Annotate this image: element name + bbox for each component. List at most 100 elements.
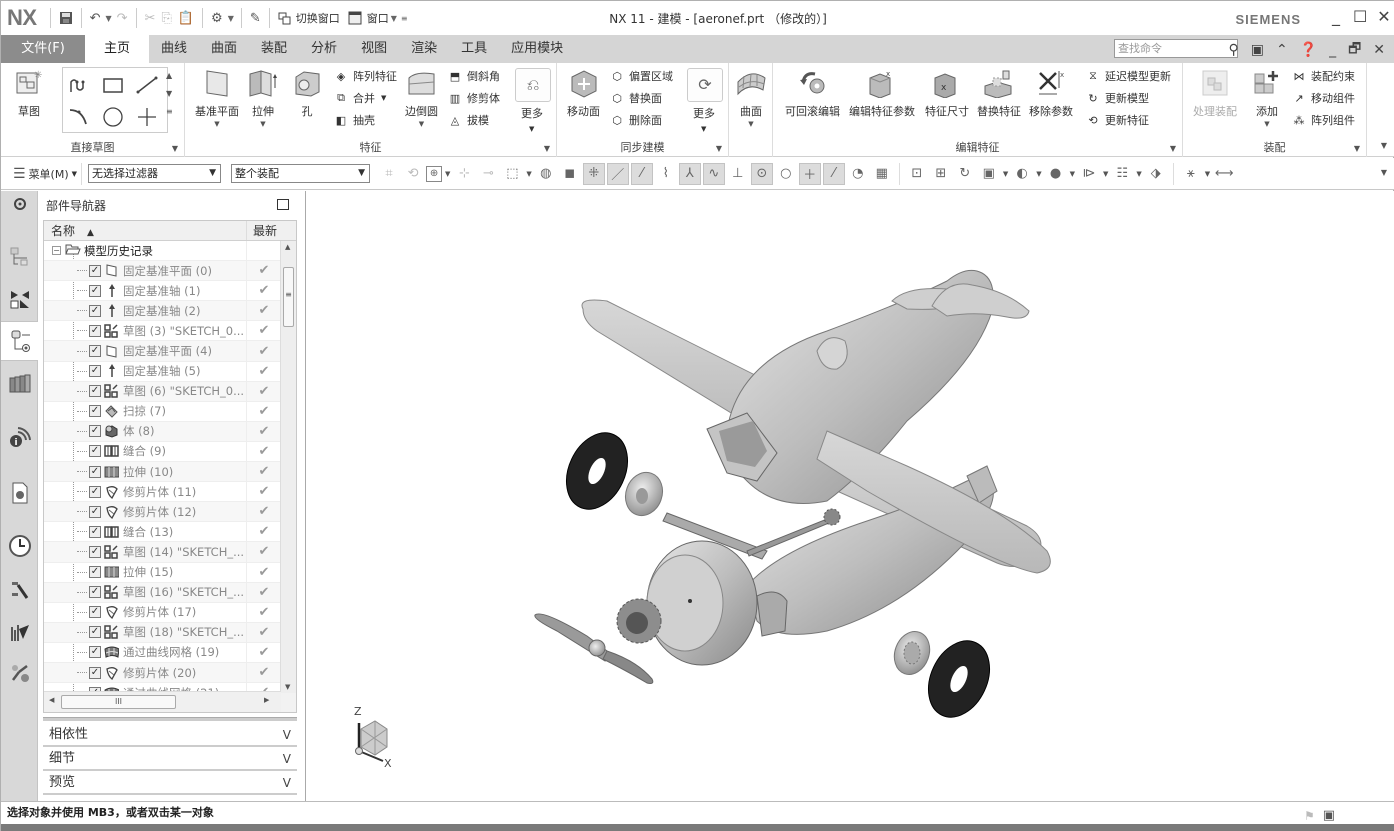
visibility-checkbox[interactable]: ✓ [89, 666, 101, 679]
remove-parameters-button[interactable]: x 移除参数 [1029, 67, 1073, 119]
circle-icon[interactable] [99, 103, 127, 131]
sketch-button[interactable]: ✳ 草图 [13, 67, 45, 119]
rectangle-icon[interactable] [99, 71, 127, 99]
tail-stabilizer[interactable] [931, 283, 1030, 319]
tree-row[interactable]: ✓ 拉伸 (10) ✔ [44, 462, 281, 483]
update-model-button[interactable]: ↻ 更新模型 [1085, 88, 1149, 108]
point-on-curve-icon[interactable]: ⁄ [822, 162, 845, 185]
show-hide-icon[interactable]: ⧐ [1078, 163, 1100, 185]
arc-center-icon[interactable]: ⊙ [750, 162, 773, 185]
visibility-checkbox[interactable]: ✓ [89, 425, 101, 438]
replace-face-button[interactable]: ⬡ 替换面 [609, 88, 662, 108]
intersection-icon[interactable]: ⅄ [678, 162, 701, 185]
vertical-scrollbar[interactable]: ▲ ≡ ▼ [280, 241, 296, 693]
engine-cowl[interactable] [646, 540, 758, 666]
endpoint-icon[interactable]: ／ [606, 162, 629, 185]
hole-button[interactable]: 孔 [291, 67, 323, 119]
zoom-icon[interactable]: ⊞ [930, 163, 952, 185]
tree-root-model-history[interactable]: − 模型历史记录 [44, 241, 281, 262]
paste-icon[interactable]: 📋 [178, 11, 194, 26]
save-icon[interactable] [59, 11, 73, 25]
airplane-model[interactable] [307, 191, 1394, 801]
scroll-thumb[interactable]: ≡ [283, 267, 294, 327]
tree-row[interactable]: ✓ 草图 (18) "SKETCH_... ✔ [44, 622, 281, 643]
tab-surface[interactable]: 曲面 [199, 35, 249, 63]
group-dropdown-icon[interactable]: ▼ [544, 144, 550, 153]
more-sync-icon-box[interactable]: ⟳ [687, 68, 723, 102]
constraint-navigator-icon[interactable] [1, 279, 38, 319]
tree-row[interactable]: ✓ 修剪片体 (11) ✔ [44, 482, 281, 503]
assembly-constraints-button[interactable]: ⋈ 装配约束 [1291, 66, 1356, 86]
tree-row[interactable]: ✓ 拉伸 (15) ✔ [44, 562, 281, 583]
maximize-button[interactable]: ☐ [1353, 7, 1367, 26]
graphics-window[interactable]: Z X [307, 191, 1394, 801]
visibility-checkbox[interactable]: ✓ [89, 345, 101, 358]
view-triad[interactable]: Z X [349, 705, 399, 773]
shell-button[interactable]: ◧ 抽壳 [333, 110, 375, 130]
left-hub[interactable] [620, 467, 669, 521]
existing-point-icon[interactable]: ＋ [798, 162, 821, 185]
hscroll-thumb[interactable]: III [61, 695, 176, 709]
type-filter-select[interactable]: 无选择过滤器 ▼ [88, 164, 222, 183]
touch-mode-dropdown-icon[interactable]: ▼ [228, 14, 234, 23]
perpendicular-icon[interactable]: ⊥ [727, 163, 749, 185]
tree-row[interactable]: ✓ 修剪片体 (17) ✔ [44, 602, 281, 623]
tab-view[interactable]: 视图 [349, 35, 399, 63]
snap-point-icon[interactable]: ⊹ [453, 163, 475, 185]
group-dropdown-icon[interactable]: ▼ [1170, 144, 1176, 153]
general-selection-filter-icon[interactable]: ⌗ [378, 163, 400, 185]
selection-scope-select[interactable]: 整个装配 ▼ [231, 164, 371, 183]
move-component-button[interactable]: ↗ 移动组件 [1291, 88, 1355, 108]
manufacturing-wizard-icon[interactable] [1, 612, 38, 652]
panel-splitter[interactable] [43, 717, 297, 721]
right-hub[interactable] [889, 627, 936, 680]
section-details[interactable]: 细节 V [43, 748, 297, 771]
command-search-input[interactable]: 查找命令 [1114, 39, 1238, 58]
tree-row[interactable]: ✓ 固定基准轴 (1) ✔ [44, 281, 281, 302]
move-face-button[interactable]: 移动面 [567, 67, 600, 119]
profile-icon[interactable] [65, 71, 93, 99]
pattern-feature-button[interactable]: ◈ 阵列特征 [333, 66, 397, 86]
extrude-button[interactable]: 拉伸 ▼ [247, 67, 279, 128]
scroll-up-icon[interactable]: ▲ [285, 243, 290, 251]
switch-window-button[interactable]: 切换窗口 [296, 10, 340, 26]
visibility-checkbox[interactable]: ✓ [89, 324, 101, 337]
hd3d-tools-icon[interactable]: i [1, 417, 38, 457]
visibility-checkbox[interactable]: ✓ [89, 284, 101, 297]
rotate-icon[interactable]: ↻ [954, 163, 976, 185]
undo-dropdown-icon[interactable]: ▼ [105, 14, 111, 23]
visibility-checkbox[interactable]: ✓ [89, 566, 101, 579]
tree-row[interactable]: ✓ 固定基准平面 (4) ✔ [44, 341, 281, 362]
doc-minimize-button[interactable]: _ [1329, 42, 1336, 58]
visibility-checkbox[interactable]: ✓ [89, 646, 101, 659]
search-icon[interactable]: ⚲ [1228, 42, 1238, 58]
process-studio-icon[interactable] [1, 570, 38, 610]
feature-dimension-button[interactable]: x 特征尺寸 [925, 67, 969, 119]
tree-row[interactable]: ✓ 草图 (3) "SKETCH_0... ✔ [44, 321, 281, 342]
horizontal-scrollbar[interactable]: ◀ III ▶ [44, 691, 281, 712]
maximize-panel-button[interactable] [277, 199, 289, 210]
redo-icon[interactable]: ↷ [117, 11, 128, 26]
update-feature-button[interactable]: ⟲ 更新特征 [1085, 110, 1149, 130]
pattern-component-button[interactable]: ⁂ 阵列组件 [1291, 110, 1356, 130]
enable-snap-icon[interactable]: ⁜ [582, 162, 605, 185]
delete-face-button[interactable]: ⬡ 删除面 [609, 110, 662, 130]
tree-row[interactable]: ✓ 固定基准轴 (5) ✔ [44, 361, 281, 382]
visibility-checkbox[interactable]: ✓ [89, 525, 101, 538]
tab-analysis[interactable]: 分析 [299, 35, 349, 63]
visibility-checkbox[interactable]: ✓ [89, 465, 101, 478]
reuse-library-icon[interactable] [1, 363, 38, 403]
group-dropdown-icon[interactable]: ▼ [1354, 144, 1360, 153]
edit-parameters-button[interactable]: x 编辑特征参数 [849, 67, 915, 119]
unite-button[interactable]: ⧉ 合并 ▼ [333, 88, 386, 108]
undo-icon[interactable]: ↶ [90, 11, 101, 26]
help-icon[interactable]: ❓ [1300, 42, 1317, 58]
control-point-icon[interactable]: ⌇ [655, 163, 677, 185]
scroll-right-icon[interactable]: ▶ [264, 696, 269, 704]
web-browser-icon[interactable] [1, 473, 38, 513]
gallery-up-icon[interactable]: ▲ [166, 71, 173, 80]
roles-icon[interactable] [1, 653, 38, 693]
tab-render[interactable]: 渲染 [399, 35, 449, 63]
fit-icon[interactable]: ⊡ [906, 163, 928, 185]
clip-section-icon[interactable]: ⬗ [1145, 163, 1167, 185]
